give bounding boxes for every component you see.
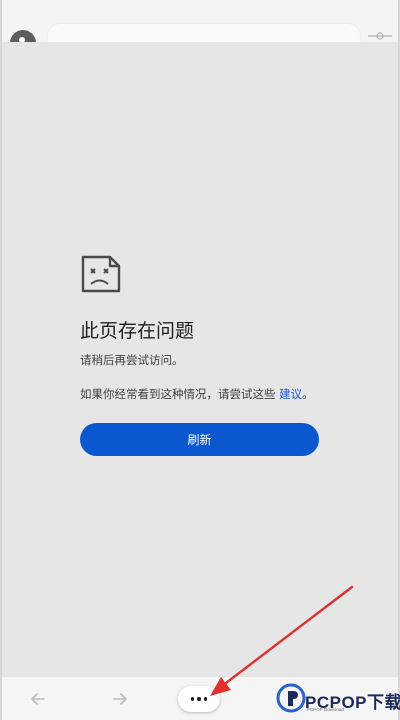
arrow-left-icon[interactable] bbox=[28, 689, 48, 709]
error-message: 请稍后再尝试访问。 bbox=[80, 353, 184, 367]
error-suggestion-text: 如果你经常看到这种情况，请尝试这些 bbox=[80, 387, 280, 401]
error-suggestion: 如果你经常看到这种情况，请尝试这些 建议。 bbox=[80, 386, 314, 402]
more-dots-icon bbox=[190, 697, 195, 701]
error-suggestion-end: 。 bbox=[302, 387, 314, 401]
suggestions-link[interactable]: 建议 bbox=[279, 387, 302, 401]
more-dots-icon bbox=[197, 697, 201, 701]
arrow-right-icon[interactable] bbox=[110, 689, 130, 709]
error-page-area bbox=[2, 42, 398, 678]
sad-page-icon bbox=[80, 254, 122, 294]
more-menu-button[interactable] bbox=[178, 686, 220, 712]
top-bar bbox=[2, 0, 398, 56]
more-dots-icon bbox=[203, 697, 208, 701]
error-title: 此页存在问题 bbox=[80, 320, 195, 342]
refresh-button[interactable]: 刷新 bbox=[80, 423, 319, 456]
watermark-subtext: PCPOP Download bbox=[307, 707, 344, 712]
watermark-logo bbox=[276, 683, 306, 713]
